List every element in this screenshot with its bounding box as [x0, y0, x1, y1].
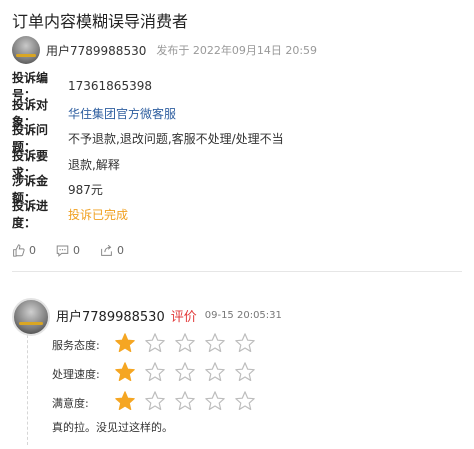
author-name[interactable]: 用户7789988530: [46, 42, 146, 59]
star-empty-icon: [175, 362, 195, 382]
timeline-line: [27, 335, 28, 445]
info-row-request: 投诉要求： 退款,解释: [12, 149, 120, 180]
rating-label: 处理速度:: [52, 368, 100, 381]
comment-icon: [56, 245, 69, 257]
avatar[interactable]: [12, 36, 40, 64]
info-label: 投诉进度：: [12, 199, 49, 230]
info-value: 17361865398: [68, 79, 152, 93]
star-empty-icon: [145, 333, 165, 353]
rating-service: 服务态度:: [52, 333, 264, 357]
star-empty-icon: [235, 333, 255, 353]
comment-count: 0: [73, 244, 80, 257]
star-empty-icon: [235, 362, 255, 382]
share-icon: [101, 244, 112, 256]
info-row-issue: 投诉问题： 不予退款,退改问题,客服不处理/处理不当: [12, 123, 284, 154]
post-time: 发布于 2022年09月14日 20:59: [156, 44, 318, 57]
star-filled-icon: [115, 391, 135, 411]
star-rating: [114, 361, 264, 387]
star-empty-icon: [175, 333, 195, 353]
info-row-progress: 投诉进度： 投诉已完成: [12, 199, 129, 230]
star-empty-icon: [205, 362, 225, 382]
divider: [12, 271, 462, 272]
star-filled-icon: [115, 362, 135, 382]
review-user-name[interactable]: 用户7789988530: [56, 306, 165, 325]
info-value: 退款,解释: [68, 157, 120, 172]
like-count: 0: [29, 244, 36, 257]
rating-label: 服务态度:: [52, 339, 100, 352]
rating-satisfaction: 满意度:: [52, 391, 264, 415]
star-empty-icon: [145, 391, 165, 411]
rating-label: 满意度:: [52, 397, 89, 410]
star-empty-icon: [205, 333, 225, 353]
star-filled-icon: [115, 333, 135, 353]
status-badge: 投诉已完成: [68, 207, 129, 222]
action-bar: 0 0 0: [12, 244, 144, 257]
info-row-id: 投诉编号： 17361865398: [12, 71, 152, 102]
star-empty-icon: [145, 362, 165, 382]
star-rating: [114, 390, 264, 416]
share-count: 0: [117, 244, 124, 257]
info-value: 987元: [68, 182, 103, 197]
star-empty-icon: [235, 391, 255, 411]
review-time: 09-15 20:05:31: [204, 310, 282, 321]
share-button[interactable]: 0: [100, 244, 124, 257]
star-empty-icon: [205, 391, 225, 411]
review-header: 用户7789988530 评价 09-15 20:05:31: [56, 306, 282, 325]
author-row: 用户7789988530 发布于 2022年09月14日 20:59: [12, 36, 317, 64]
info-row-amount: 涉诉金额： 987元: [12, 174, 103, 205]
page-title: 订单内容模糊误导消费者: [12, 12, 189, 31]
like-button[interactable]: 0: [12, 244, 36, 257]
comment-button[interactable]: 0: [56, 244, 80, 257]
rating-speed: 处理速度:: [52, 362, 264, 386]
review-comment: 真的拉。没见过这样的。: [52, 421, 173, 434]
star-rating: [114, 332, 264, 358]
info-row-target: 投诉对象： 华住集团官方微客服: [12, 98, 176, 129]
review-tag: 评价: [170, 310, 197, 325]
avatar[interactable]: [12, 298, 50, 336]
complaint-target-link[interactable]: 华住集团官方微客服: [68, 105, 176, 122]
info-value: 不予退款,退改问题,客服不处理/处理不当: [68, 131, 284, 146]
star-empty-icon: [175, 391, 195, 411]
thumbs-up-icon: [13, 244, 25, 257]
